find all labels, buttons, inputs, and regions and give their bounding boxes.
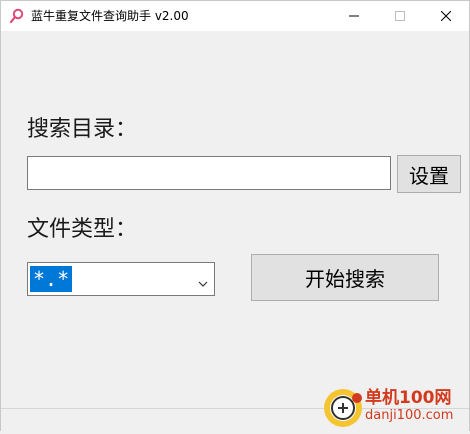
watermark-logo: 单机100网 danji100.com	[321, 386, 469, 430]
app-window: 蓝牛重复文件查询助手 v2.00 搜索目录： 设置 文件类型： *.* 开始搜索…	[0, 0, 470, 431]
window-title: 蓝牛重复文件查询助手 v2.00	[31, 9, 189, 23]
title-bar[interactable]: 蓝牛重复文件查询助手 v2.00	[1, 1, 469, 31]
watermark-icon	[324, 389, 362, 427]
close-button[interactable]	[423, 1, 469, 31]
watermark-name: 单机100网	[365, 388, 452, 408]
maximize-button	[377, 1, 423, 31]
minimize-button[interactable]	[331, 1, 377, 31]
file-type-label: 文件类型：	[27, 217, 138, 242]
start-search-button[interactable]: 开始搜索	[251, 254, 439, 301]
set-directory-button[interactable]: 设置	[397, 155, 461, 193]
directory-input[interactable]	[27, 156, 391, 190]
file-type-selected-value: *.*	[30, 266, 73, 292]
file-type-select[interactable]: *.*	[27, 262, 215, 296]
app-logo-icon	[9, 8, 25, 24]
chevron-down-icon[interactable]	[198, 274, 208, 287]
directory-label: 搜索目录：	[27, 117, 138, 142]
watermark-url: danji100.com	[365, 408, 454, 423]
